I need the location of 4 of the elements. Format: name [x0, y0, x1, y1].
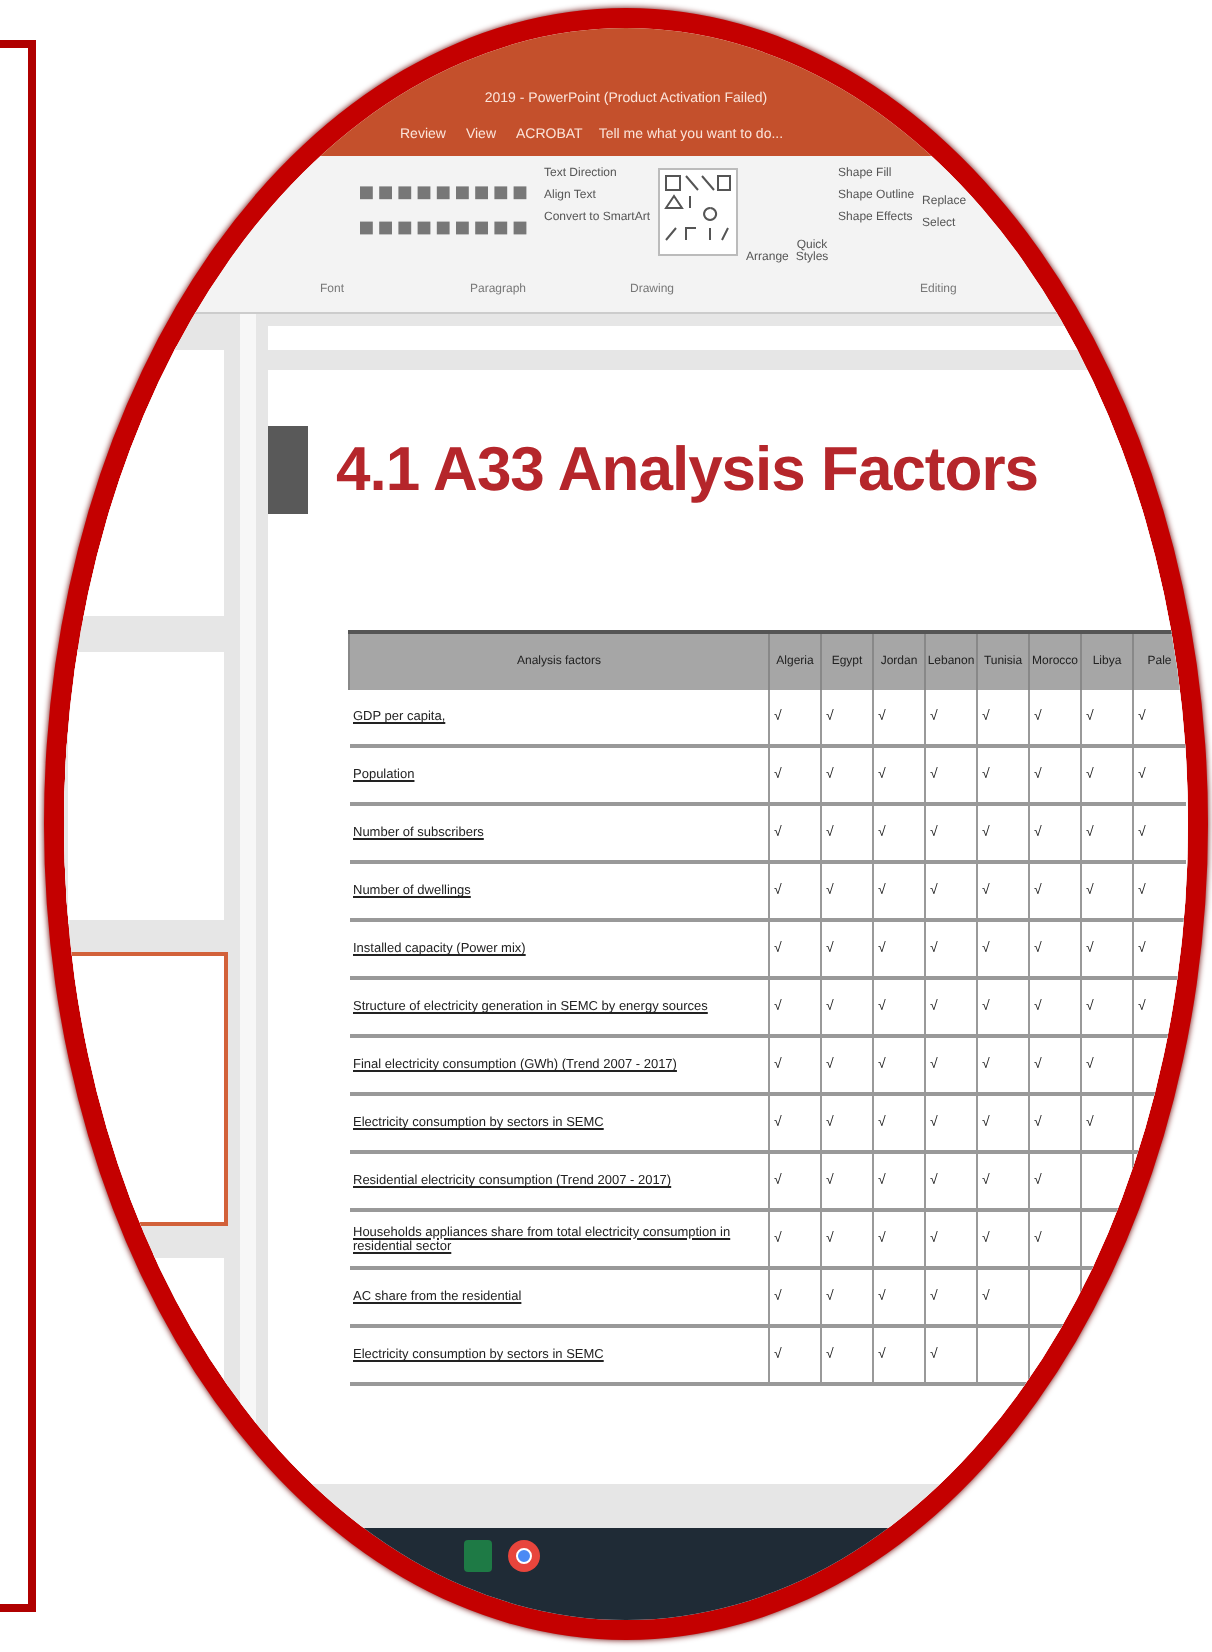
- slide-title: 4.1 A33 Analysis Factors: [336, 434, 1038, 506]
- shapes-gallery-icon[interactable]: [658, 168, 739, 256]
- browser-icon[interactable]: [508, 1540, 540, 1572]
- title-marker: [268, 426, 308, 514]
